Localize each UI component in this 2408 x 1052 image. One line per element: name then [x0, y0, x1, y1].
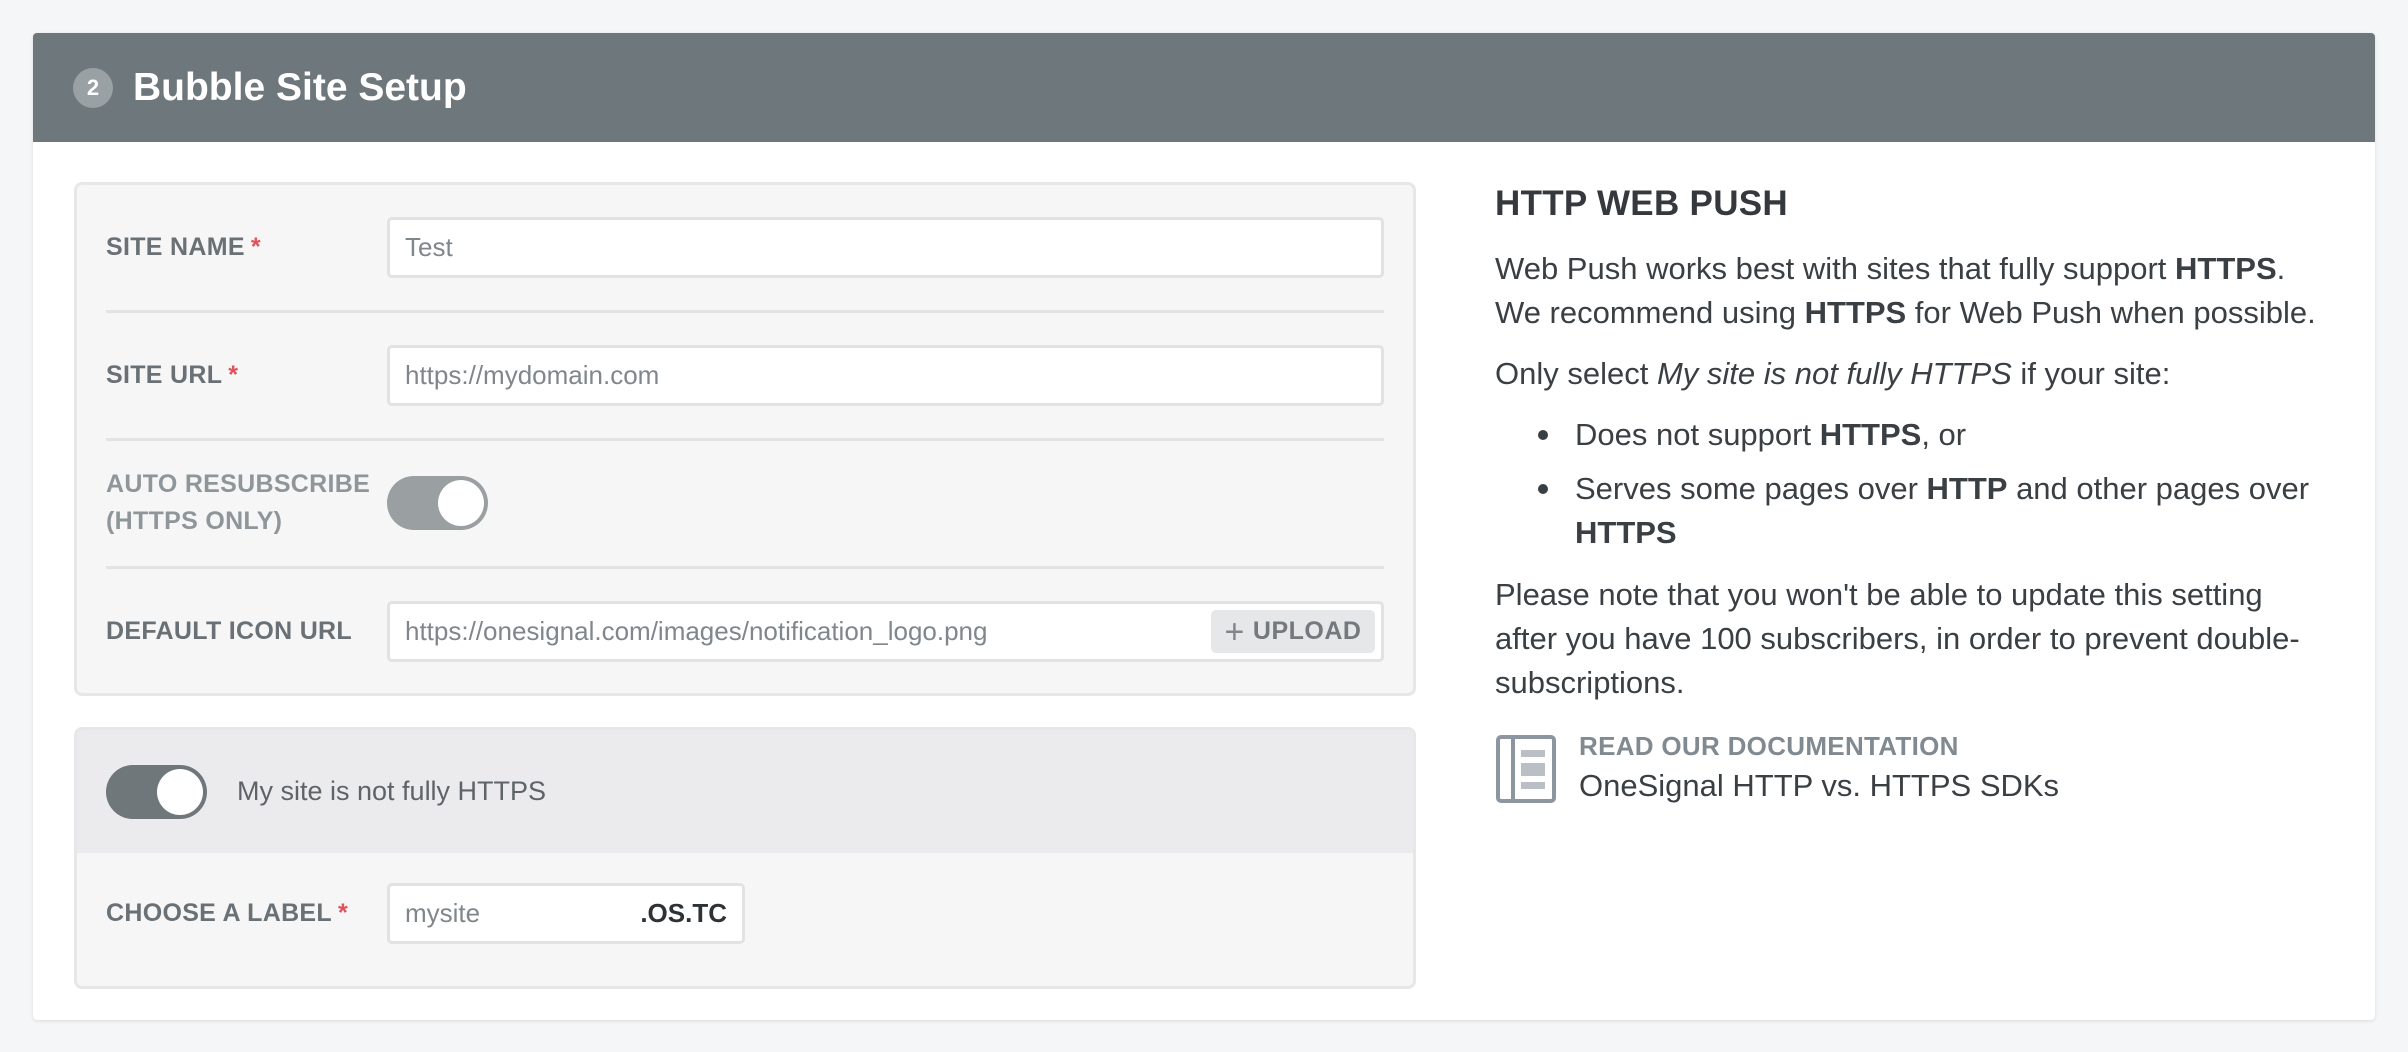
default-icon-url-value: https://onesignal.com/images/notificatio…	[405, 616, 988, 646]
auto-resubscribe-label: AUTO RESUBSCRIBE (HTTPS ONLY)	[106, 470, 371, 535]
documentation-link[interactable]: READ OUR DOCUMENTATION OneSignal HTTP vs…	[1495, 731, 2325, 804]
default-icon-url-label: DEFAULT ICON URL	[106, 617, 352, 645]
label-suffix: .OS.TC	[640, 898, 727, 928]
info-column: HTTP WEB PUSH Web Push works best with s…	[1495, 184, 2325, 804]
site-name-value: Test	[405, 232, 453, 262]
info-paragraph-3: Please note that you won't be able to up…	[1495, 577, 2300, 700]
document-icon	[1496, 735, 1556, 803]
info-paragraph-1: Web Push works best with sites that full…	[1495, 251, 2316, 330]
list-item: Does not support HTTPS, or	[1495, 413, 2325, 457]
required-mark: *	[250, 233, 261, 261]
divider	[106, 566, 1384, 569]
site-url-label: SITE URL *	[106, 361, 239, 389]
not-https-toggle-row: My site is not fully HTTPS	[77, 730, 1413, 853]
bullet-icon	[1538, 430, 1548, 440]
card-header: 2 Bubble Site Setup	[33, 33, 2375, 142]
required-mark: *	[228, 361, 239, 389]
auto-resubscribe-row: AUTO RESUBSCRIBE (HTTPS ONLY)	[106, 466, 1384, 540]
doc-kicker: READ OUR DOCUMENTATION	[1579, 731, 1959, 761]
toggle-knob	[157, 768, 203, 815]
site-name-label: SITE NAME *	[106, 233, 261, 261]
doc-link[interactable]: OneSignal HTTP vs. HTTPS SDKs	[1579, 768, 2059, 804]
plus-icon: +	[1224, 612, 1245, 651]
info-paragraph-2: Only select My site is not fully HTTPS i…	[1495, 356, 2171, 391]
required-mark: *	[337, 899, 348, 927]
bullet-icon	[1538, 484, 1548, 494]
info-bullet-list: Does not support HTTPS, or Serves some p…	[1495, 413, 2325, 555]
default-icon-url-input[interactable]: https://onesignal.com/images/notificatio…	[387, 601, 1384, 662]
not-fully-https-toggle[interactable]	[106, 764, 207, 819]
site-name-input[interactable]: Test	[387, 217, 1384, 278]
site-setup-card: 2 Bubble Site Setup SITE NAME * Test SITE…	[33, 33, 2375, 1020]
site-url-row: SITE URL * https://mydomain.com	[106, 345, 1384, 406]
choose-label-input[interactable]: mysite .OS.TC	[387, 883, 745, 944]
documentation-text: READ OUR DOCUMENTATION OneSignal HTTP vs…	[1579, 731, 2059, 804]
auto-resubscribe-toggle[interactable]	[387, 476, 488, 530]
site-settings-panel: SITE NAME * Test SITE URL * https://mydoma…	[74, 182, 1416, 696]
site-url-input[interactable]: https://mydomain.com	[387, 345, 1384, 406]
list-item: Serves some pages over HTTP and other pa…	[1495, 467, 2325, 555]
divider	[106, 310, 1384, 313]
choose-label-label: CHOOSE A LABEL *	[106, 899, 348, 927]
card-title: Bubble Site Setup	[133, 65, 467, 109]
divider	[106, 438, 1384, 441]
step-badge: 2	[73, 67, 113, 108]
not-https-panel: My site is not fully HTTPS CHOOSE A LABE…	[74, 727, 1416, 989]
upload-button[interactable]: + UPLOAD	[1211, 610, 1375, 653]
toggle-knob	[438, 480, 484, 526]
label-value: mysite	[405, 898, 481, 928]
info-title: HTTP WEB PUSH	[1495, 184, 1788, 223]
not-fully-https-label: My site is not fully HTTPS	[237, 776, 547, 806]
site-url-placeholder: https://mydomain.com	[405, 360, 660, 390]
site-name-row: SITE NAME * Test	[106, 217, 1384, 278]
default-icon-url-row: DEFAULT ICON URL https://onesignal.com/i…	[106, 601, 1384, 662]
upload-label: UPLOAD	[1252, 617, 1362, 645]
choose-label-row: CHOOSE A LABEL * mysite .OS.TC	[106, 883, 1384, 944]
